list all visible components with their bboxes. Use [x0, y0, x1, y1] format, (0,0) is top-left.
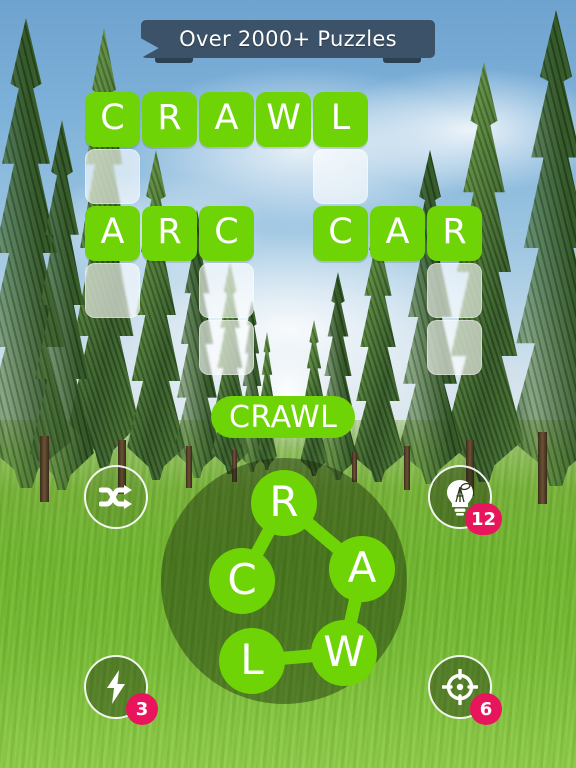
- grid-cell-filled: W: [256, 92, 311, 147]
- promo-banner: Over 2000+ Puzzles: [141, 20, 435, 63]
- grid-cell-filled: C: [85, 92, 140, 147]
- grid-cell-letter: R: [157, 98, 182, 138]
- grid-cell-letter: A: [385, 212, 410, 252]
- grid-cell-empty: [427, 263, 482, 318]
- wheel-letter-label: W: [323, 626, 365, 676]
- grid-cell-filled: L: [313, 92, 368, 147]
- grid-cell-filled: R: [427, 206, 482, 261]
- grid-cell-filled: C: [313, 206, 368, 261]
- grid-cell-filled: A: [370, 206, 425, 261]
- grid-cell-letter: A: [100, 212, 125, 252]
- wheel-letter-l[interactable]: L: [219, 628, 285, 694]
- wheel-letter-label: C: [227, 554, 257, 604]
- grid-cell-filled: A: [199, 92, 254, 147]
- target-badge: 6: [470, 693, 502, 725]
- tree-trunk: [538, 432, 547, 504]
- current-word-preview: CRAWL: [211, 396, 356, 438]
- wheel-letter-c[interactable]: C: [209, 548, 275, 614]
- boost-button[interactable]: 3: [84, 655, 158, 725]
- grid-cell-letter: R: [442, 212, 467, 252]
- promo-banner-text: Over 2000+ Puzzles: [179, 27, 397, 51]
- wheel-letter-label: R: [269, 476, 299, 526]
- grid-cell-empty: [427, 320, 482, 375]
- grid-cell-empty: [85, 149, 140, 204]
- grid-cell-empty: [199, 263, 254, 318]
- hint-button[interactable]: 12: [428, 465, 502, 535]
- grid-cell-filled: R: [142, 92, 197, 147]
- wheel-letter-a[interactable]: A: [329, 536, 395, 602]
- grid-cell-empty: [85, 263, 140, 318]
- grid-cell-filled: R: [142, 206, 197, 261]
- letter-wheel[interactable]: CRAW L: [161, 458, 407, 704]
- grid-cell-letter: C: [328, 212, 353, 252]
- boost-badge: 3: [126, 693, 158, 725]
- grid-cell-filled: C: [199, 206, 254, 261]
- grid-cell-letter: R: [157, 212, 182, 252]
- tree-trunk: [40, 436, 49, 502]
- grid-cell-letter: C: [214, 212, 239, 252]
- hint-badge: 12: [464, 503, 502, 535]
- grid-cell-letter: C: [100, 98, 125, 138]
- wheel-letter-w[interactable]: W: [311, 620, 377, 686]
- grid-cell-filled: A: [85, 206, 140, 261]
- lightning-bolt-icon: [107, 670, 125, 704]
- grid-cell-letter: L: [330, 98, 351, 138]
- grid-cell-empty: [199, 320, 254, 375]
- shuffle-button[interactable]: [84, 465, 148, 529]
- target-button[interactable]: 6: [428, 655, 502, 725]
- wheel-letter-label: A: [347, 542, 377, 592]
- grid-cell-letter: A: [214, 98, 239, 138]
- shuffle-icon: [99, 485, 132, 509]
- wheel-letter-label: L: [240, 634, 264, 684]
- grid-cell-empty: [313, 149, 368, 204]
- wheel-letter-r[interactable]: R: [251, 470, 317, 536]
- grid-cell-letter: W: [266, 98, 301, 138]
